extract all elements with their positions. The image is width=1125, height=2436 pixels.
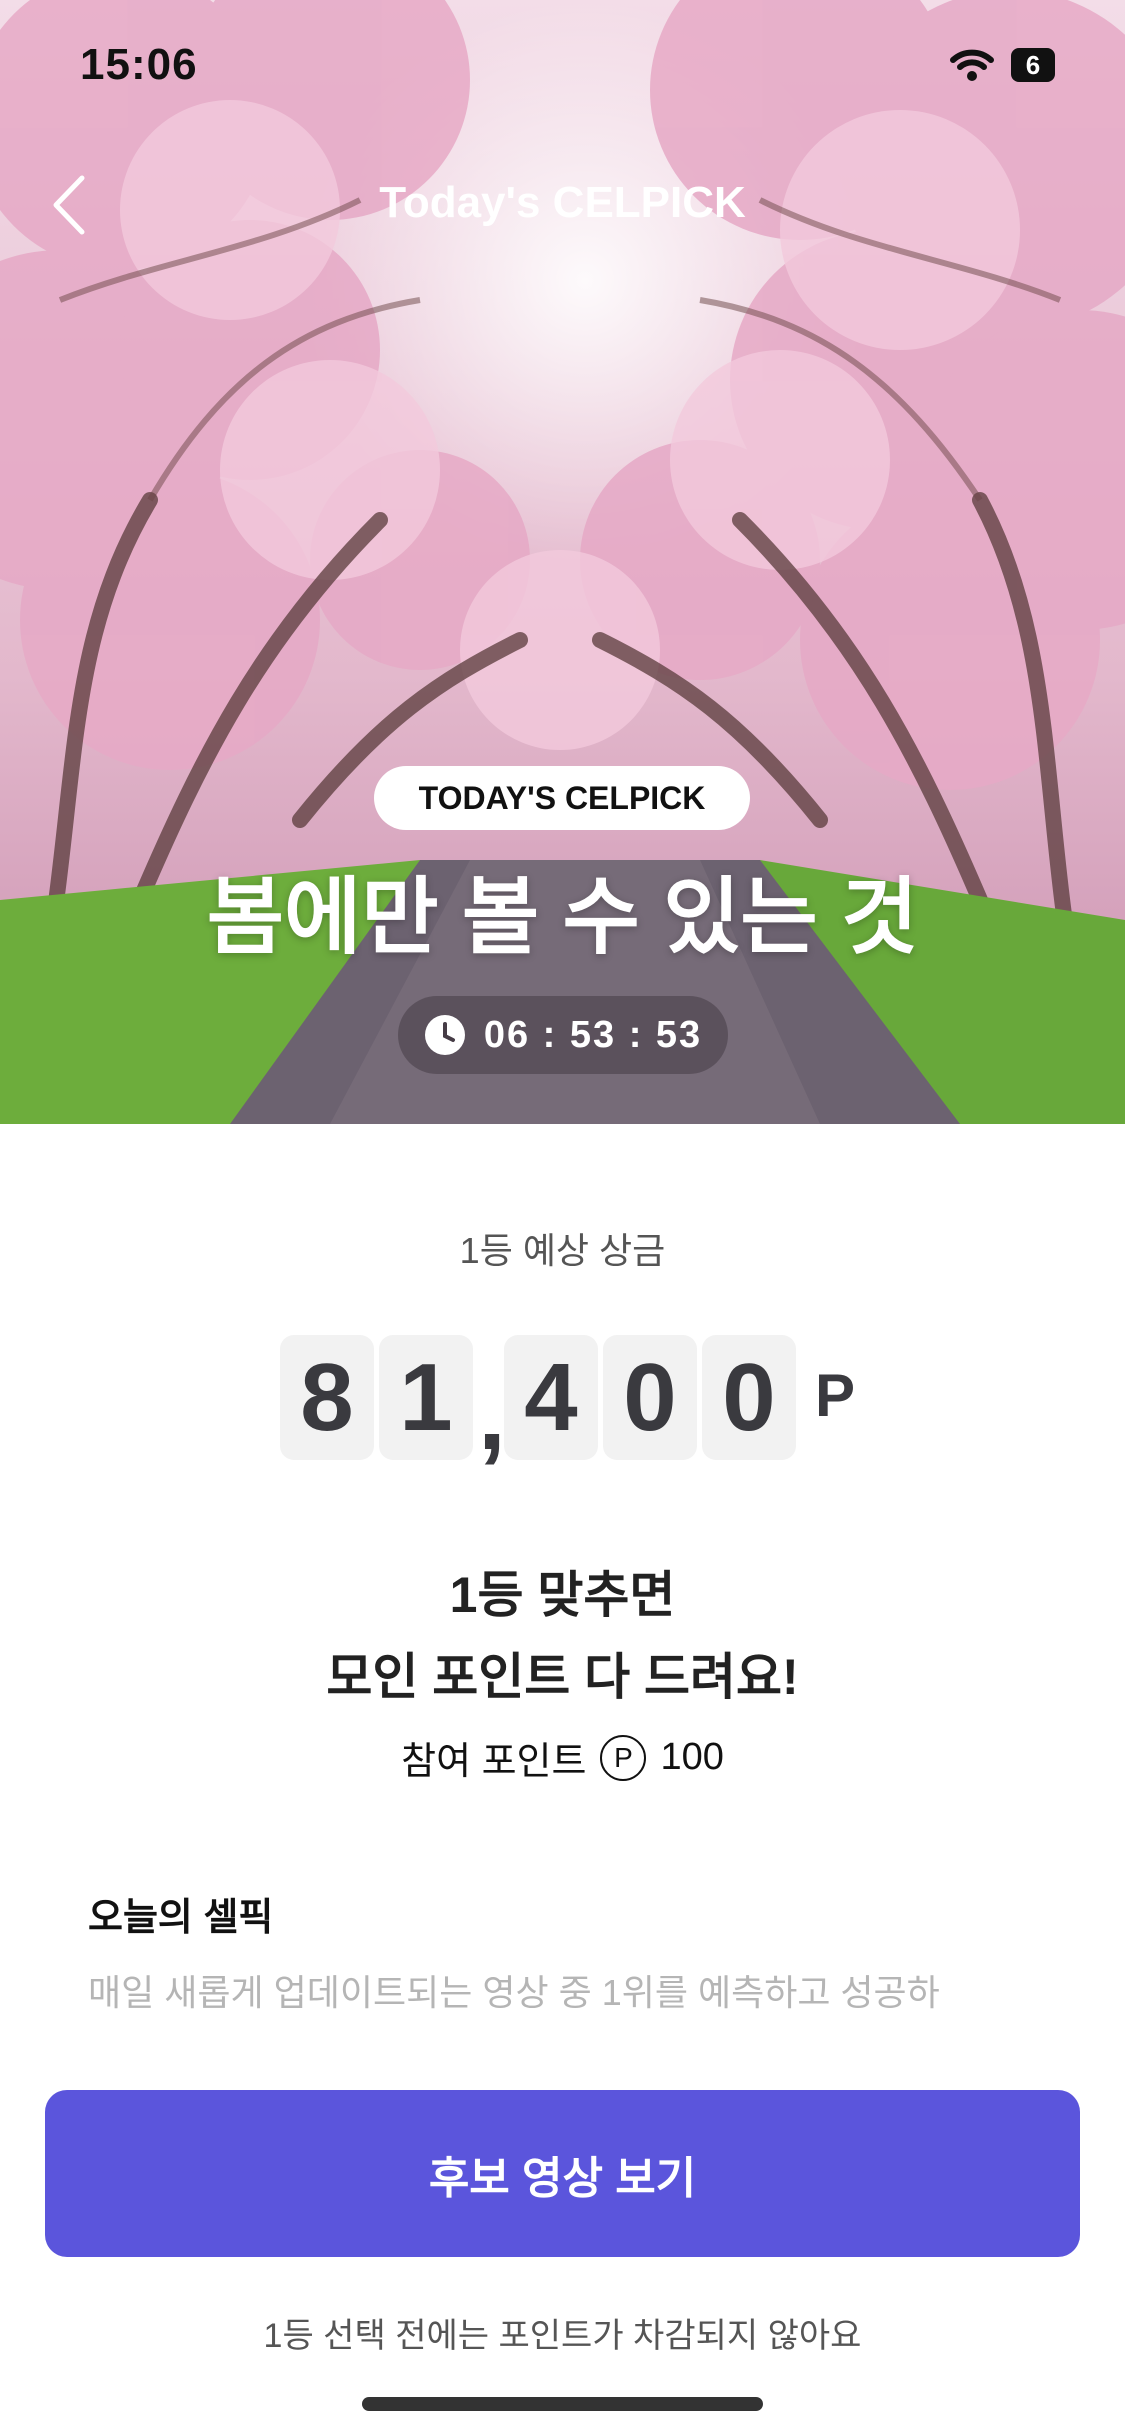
- entry-amount: 100: [660, 1736, 724, 1778]
- celpick-badge: TODAY'S CELPICK: [374, 766, 750, 830]
- entry-points: 참여 포인트 P 100: [0, 1730, 1125, 1785]
- status-bar-icons: 6: [949, 48, 1055, 82]
- clock-icon: [424, 1015, 465, 1055]
- wifi-icon: [950, 49, 994, 81]
- prize-comma: ,: [478, 1359, 506, 1471]
- home-indicator[interactable]: [362, 2397, 763, 2411]
- countdown-timer: 06 : 53 : 53: [398, 996, 728, 1074]
- section-description: 매일 새롭게 업데이트되는 영상 중 1위를 예측하고 성공하: [88, 1972, 940, 2013]
- section-title: 오늘의 셀픽: [88, 1897, 274, 1939]
- headline-line-1: 1등 맞추면: [449, 1567, 676, 1623]
- headline: 1등 맞추면 모인 포인트 다 드려요!: [0, 1554, 1125, 1718]
- battery-icon: 6: [1011, 48, 1055, 82]
- prize-amount: 8 1 , 4 0 0 P: [280, 1330, 856, 1471]
- status-bar-time: 15:06: [80, 40, 198, 89]
- prize-digit: 4: [504, 1335, 598, 1460]
- notice-text: 1등 선택 전에는 포인트가 차감되지 않아요: [263, 2317, 862, 2355]
- entry-label: 참여 포인트: [401, 1741, 587, 1783]
- prize-digit: 0: [603, 1335, 697, 1460]
- prize-digit: 1: [379, 1335, 473, 1460]
- point-icon: P: [600, 1734, 647, 1781]
- prize-label: 1등 예상 상금: [459, 1230, 666, 1271]
- nav-title: Today's CELPICK: [379, 178, 746, 227]
- view-candidates-button[interactable]: 후보 영상 보기: [45, 2090, 1080, 2257]
- hero-title: 봄에만 볼 수 있는 것: [206, 870, 919, 964]
- headline-line-2: 모인 포인트 다 드려요!: [326, 1649, 799, 1705]
- prize-unit: P: [815, 1361, 856, 1429]
- hero-banner: 15:06 6 Today's CELPICK TODAY'S CELPICK …: [0, 0, 1125, 1124]
- timer-value: 06 : 53 : 53: [483, 1013, 703, 1056]
- prize-digit: 0: [702, 1335, 796, 1460]
- prize-digit: 8: [280, 1335, 374, 1460]
